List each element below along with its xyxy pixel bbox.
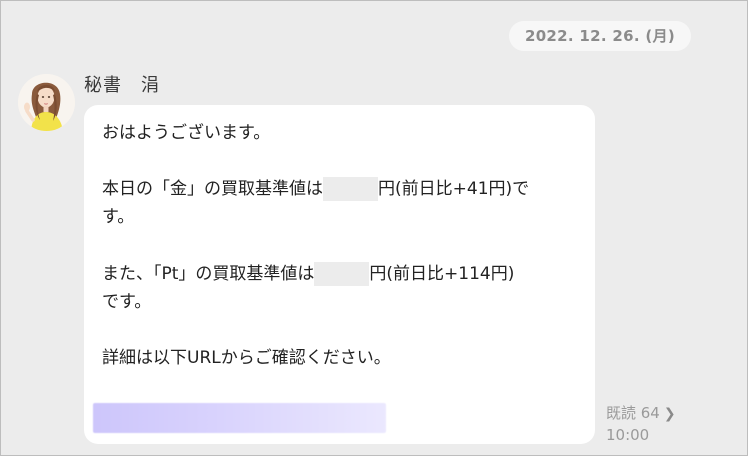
sender-avatar[interactable]	[18, 74, 75, 131]
illustrated-woman-avatar-icon	[18, 74, 75, 131]
message-line-pt: また、「Pt」の買取基準値は 円(前日比+114円)	[102, 262, 514, 286]
gold-price-suffix: 円(前日比+41円)で	[378, 179, 530, 199]
gold-price-prefix: 本日の「金」の買取基準値は	[102, 179, 323, 199]
message-line-gold-wrap: す。	[102, 207, 135, 227]
sender-name[interactable]: 秘書 涓	[84, 74, 160, 98]
read-receipt[interactable]: 既読 64 ❯	[606, 403, 676, 424]
read-count-label: 既読 64	[606, 404, 660, 422]
redacted-pt-price	[314, 262, 370, 286]
chat-window: 2022. 12. 26. (月) 秘書 涓 おはようございます。 本日の「金」…	[0, 0, 748, 456]
message-time: 10:00	[606, 426, 650, 444]
message-line-pt-wrap: です。	[102, 292, 152, 312]
pt-price-prefix: また、「Pt」の買取基準値は	[102, 264, 315, 284]
message-line-greeting: おはようございます。	[102, 123, 271, 143]
date-separator: 2022. 12. 26. (月)	[509, 21, 691, 51]
pt-price-suffix: 円(前日比+114円)	[369, 264, 515, 284]
message-line-gold: 本日の「金」の買取基準値は 円(前日比+41円)で	[102, 177, 529, 201]
message-bubble[interactable]: おはようございます。 本日の「金」の買取基準値は 円(前日比+41円)で す。 ま…	[84, 105, 595, 444]
chevron-right-icon: ❯	[663, 406, 676, 422]
redacted-gold-price	[323, 177, 378, 201]
message-line-details: 詳細は以下URLからご確認ください。	[102, 348, 391, 368]
blurred-url-link[interactable]	[93, 403, 386, 433]
